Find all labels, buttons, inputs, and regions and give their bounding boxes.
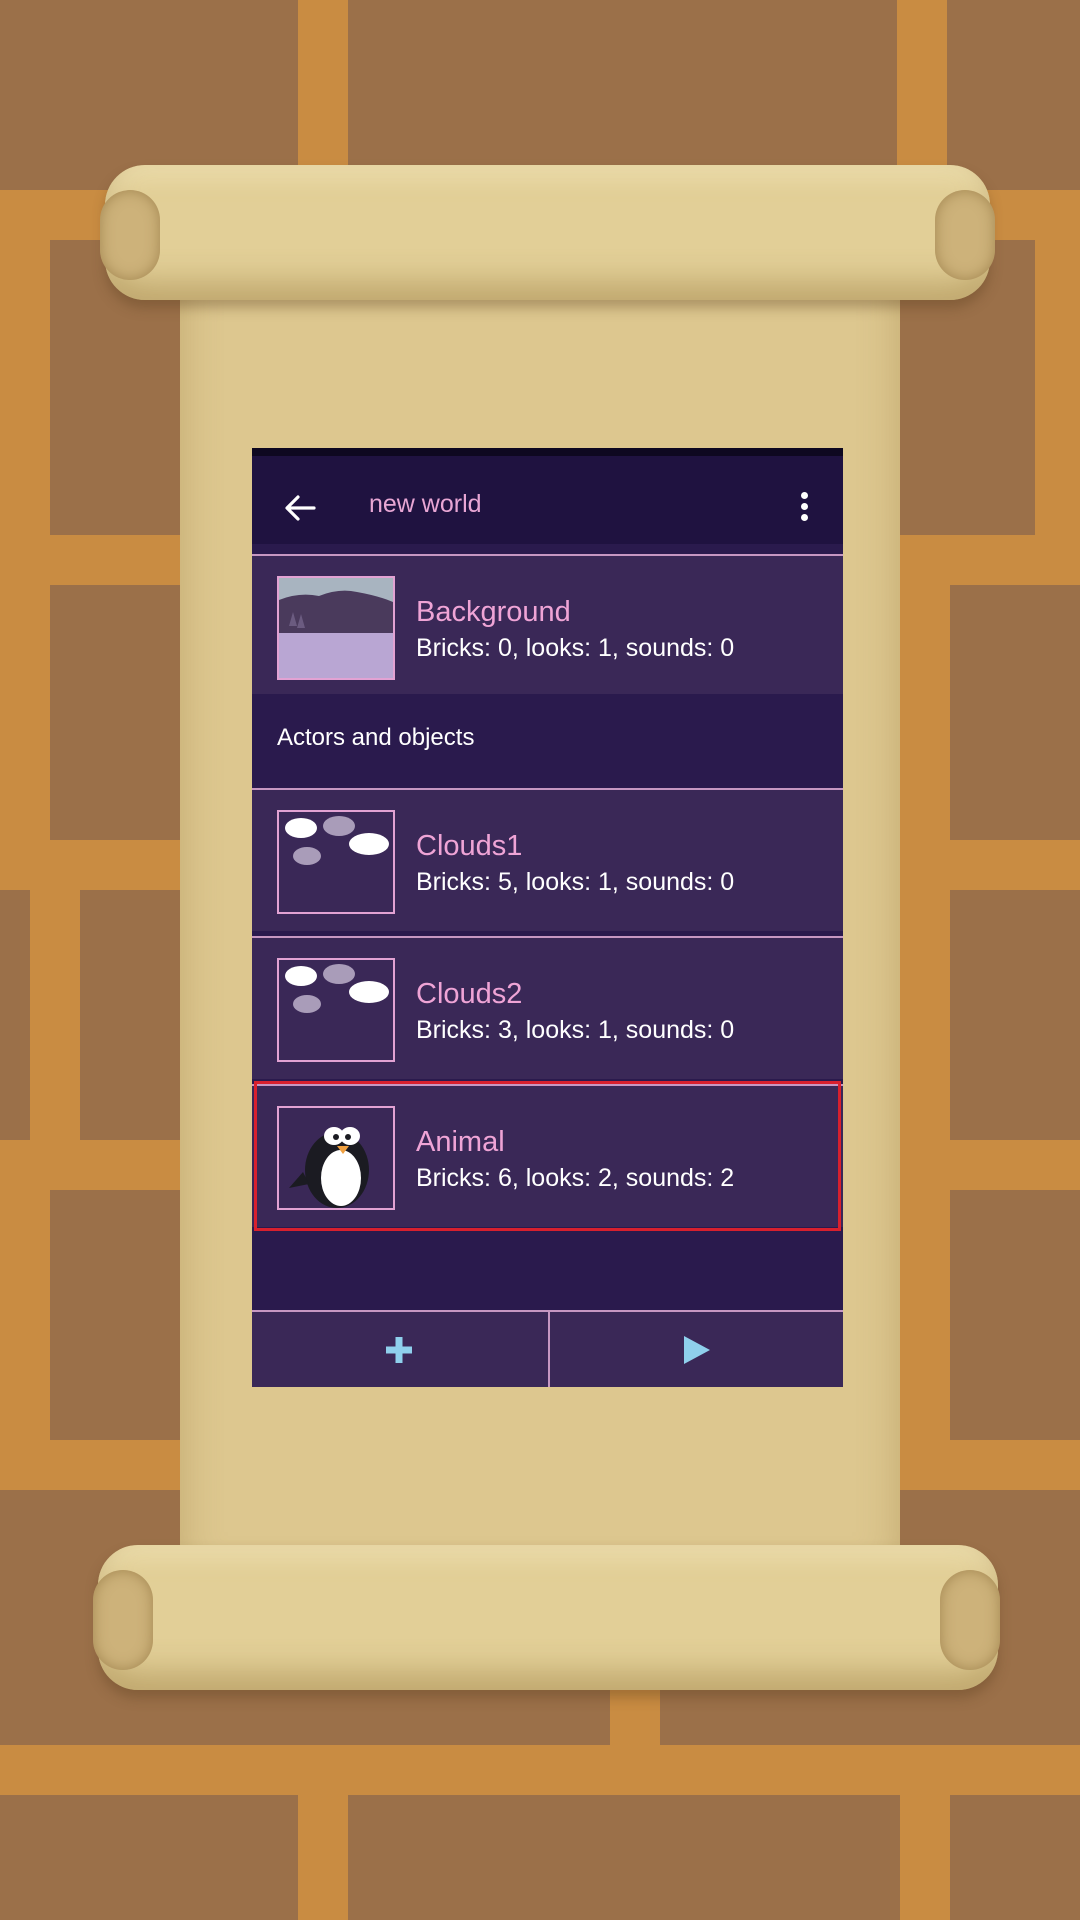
scroll-roll-end [100,190,160,280]
scroll-roll-end [935,190,995,280]
page-title: new world [369,490,482,518]
add-button[interactable] [252,1312,546,1387]
play-button[interactable] [548,1312,843,1387]
background-row[interactable]: Background Bricks: 0, looks: 1, sounds: … [252,554,843,694]
scroll-bottom-roll [98,1545,998,1690]
arrow-left-icon[interactable] [284,494,316,522]
play-icon [684,1336,710,1364]
object-name: Clouds1 [416,830,523,862]
selection-highlight [254,1081,841,1231]
object-name: Clouds2 [416,978,523,1010]
section-header: Actors and objects [252,694,843,786]
plus-icon [386,1337,412,1363]
toolbar: new world [252,448,843,544]
object-meta: Bricks: 3, looks: 1, sounds: 0 [416,1016,735,1044]
more-vert-icon[interactable] [801,492,809,524]
object-meta: Bricks: 0, looks: 1, sounds: 0 [416,634,735,662]
scroll-roll-end [940,1570,1000,1670]
scroll-top-roll [105,165,990,300]
list-item-clouds2[interactable]: Clouds2 Bricks: 3, looks: 1, sounds: 0 [252,936,843,1079]
scroll-roll-end [93,1570,153,1670]
list-item-clouds1[interactable]: Clouds1 Bricks: 5, looks: 1, sounds: 0 [252,788,843,931]
bottom-bar [252,1310,843,1387]
object-name: Background [416,596,571,628]
object-thumbnail [277,810,395,914]
section-header-label: Actors and objects [277,724,475,751]
background-thumbnail [277,576,395,680]
object-meta: Bricks: 5, looks: 1, sounds: 0 [416,868,735,896]
app-window: new world Background Bricks: 0, looks: 1… [252,448,843,1387]
object-thumbnail [277,958,395,1062]
